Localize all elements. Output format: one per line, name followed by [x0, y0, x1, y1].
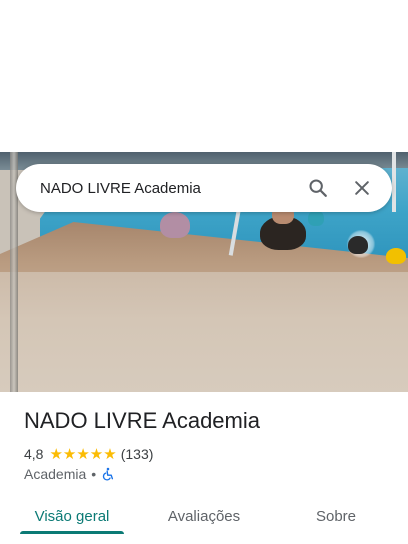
photo-deck: [0, 272, 408, 392]
category-row: Academia •: [24, 466, 115, 482]
tab-overview[interactable]: Visão geral: [20, 496, 124, 536]
tab-label: Avaliações: [167, 507, 241, 525]
search-input[interactable]: [40, 179, 300, 197]
rating-value: 4,8: [24, 446, 44, 462]
search-icon: [309, 179, 327, 197]
photo-swimmer-cap: [308, 210, 324, 226]
review-count[interactable]: (133): [121, 446, 154, 462]
rating-row[interactable]: 4,8 ★★★★★ (133): [24, 445, 153, 463]
photo-swimmer-cap: [386, 248, 406, 264]
tab-bar: Visão geral Avaliações Sobre: [0, 496, 408, 536]
photo-swimmer: [160, 212, 190, 238]
category-label: Academia: [24, 466, 87, 482]
active-tab-indicator: [20, 531, 124, 534]
search-button[interactable]: [300, 170, 336, 206]
rating-stars: ★★★★★: [49, 446, 117, 463]
search-bar: [16, 164, 392, 212]
blank-area: [0, 0, 408, 152]
tab-reviews[interactable]: Avaliações: [152, 496, 256, 536]
wheelchair-icon[interactable]: [101, 467, 115, 481]
tab-about[interactable]: Sobre: [284, 496, 388, 536]
tab-label: Visão geral: [34, 507, 110, 525]
clear-search-button[interactable]: [344, 170, 380, 206]
close-icon: [355, 181, 369, 195]
separator-dot: •: [91, 466, 97, 482]
photo-swimmer-cap: [348, 236, 368, 254]
photo-rail: [392, 152, 396, 212]
place-title: NADO LIVRE Academia: [24, 408, 260, 433]
tab-label: Sobre: [315, 507, 357, 525]
